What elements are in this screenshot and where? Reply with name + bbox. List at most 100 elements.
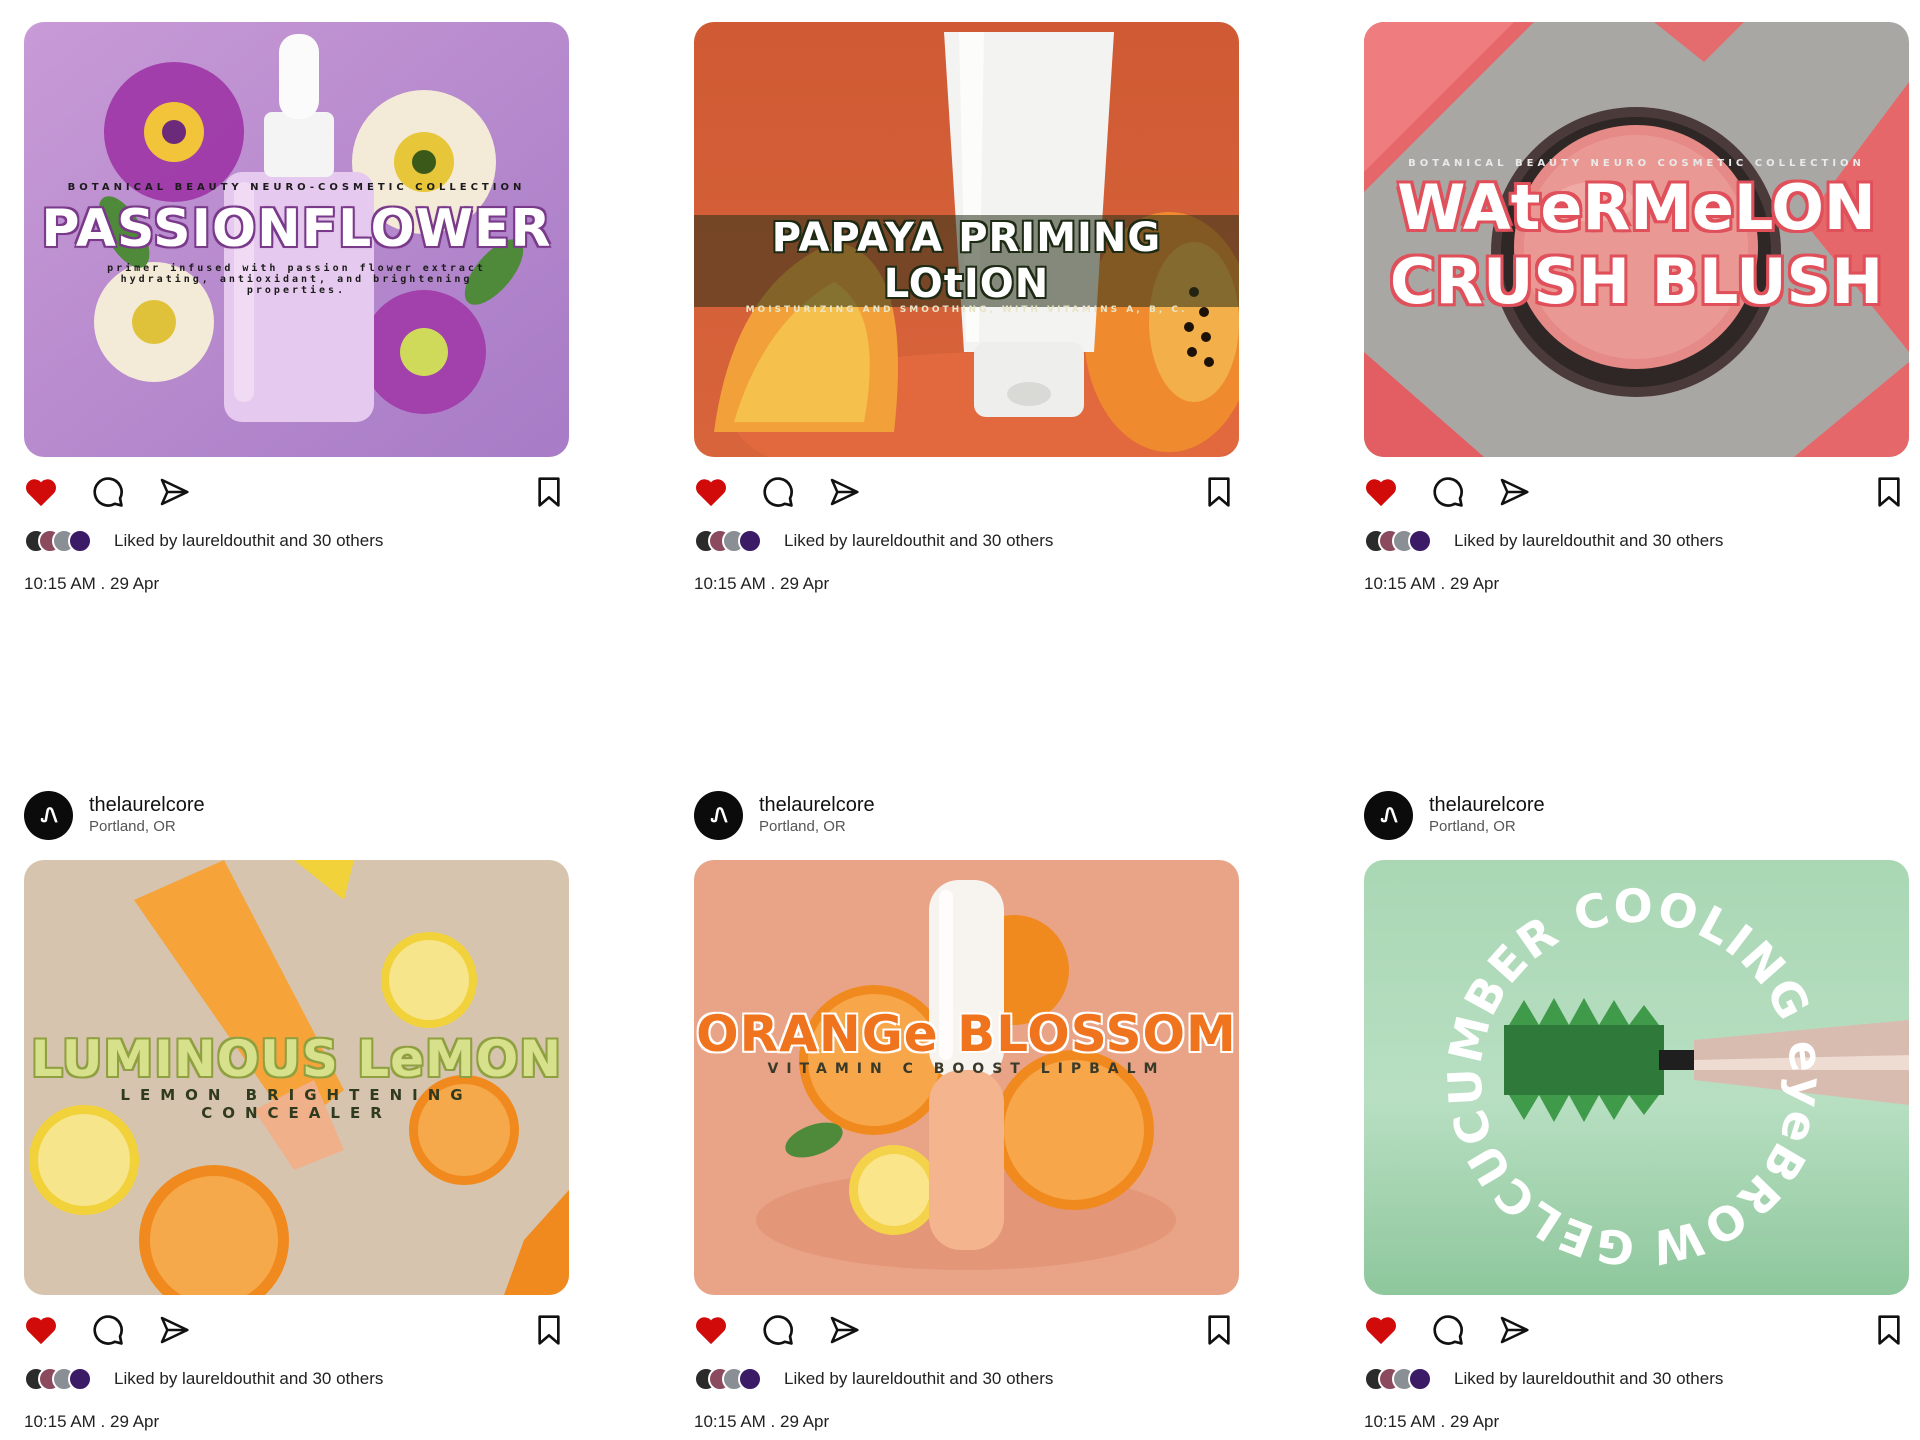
- paper-plane-icon: [160, 478, 189, 506]
- orange-blossom-product-image: [694, 860, 1239, 1295]
- post-actions: [1364, 472, 1909, 512]
- comment-button[interactable]: [1428, 1310, 1468, 1350]
- post-image[interactable]: [24, 22, 569, 457]
- location[interactable]: Portland, OR: [1429, 818, 1545, 836]
- location[interactable]: Portland, OR: [89, 818, 205, 836]
- username[interactable]: thelaurelcore: [1429, 794, 1545, 816]
- bookmark-icon: [538, 1315, 560, 1345]
- share-button[interactable]: [1494, 1310, 1534, 1350]
- like-button[interactable]: [1361, 1310, 1401, 1350]
- heart-icon: [26, 479, 56, 507]
- heart-icon: [1366, 479, 1396, 507]
- save-button[interactable]: [1199, 1310, 1239, 1350]
- likes-summary[interactable]: Liked by laureldouthit and 30 others: [1364, 1364, 1909, 1394]
- luminous-lemon-product-image: [24, 860, 569, 1295]
- likes-text: Liked by laureldouthit and 30 others: [1454, 1369, 1724, 1388]
- comment-button[interactable]: [758, 472, 798, 512]
- like-button[interactable]: [21, 1310, 61, 1350]
- share-button[interactable]: [154, 472, 194, 512]
- likes-summary[interactable]: Liked by laureldouthit and 30 others: [24, 526, 569, 556]
- avatar[interactable]: Ꮑ: [694, 790, 743, 840]
- post-actions: [694, 1310, 1239, 1350]
- liker-avatars: [694, 527, 768, 555]
- comment-bubble-icon: [763, 1315, 793, 1345]
- passionflower-product-image: [24, 22, 569, 457]
- avatar: [1408, 1367, 1432, 1391]
- comment-button[interactable]: [758, 1310, 798, 1350]
- paper-plane-icon: [1500, 1316, 1529, 1344]
- likes-summary[interactable]: Liked by laureldouthit and 30 others: [694, 526, 1239, 556]
- post-header-partial: [694, 0, 1239, 2]
- avatar[interactable]: Ꮑ: [1364, 790, 1413, 840]
- comment-bubble-icon: [763, 477, 793, 507]
- post-timestamp: 10:15 AM . 29 Apr: [1364, 574, 1500, 593]
- likes-summary[interactable]: Liked by laureldouthit and 30 others: [694, 1364, 1239, 1394]
- post-image[interactable]: [1364, 860, 1909, 1295]
- cucumber-eyebrow-gel-product-image: [1364, 860, 1909, 1295]
- save-button[interactable]: [529, 1310, 569, 1350]
- likes-text: Liked by laureldouthit and 30 others: [784, 531, 1054, 550]
- comment-button[interactable]: [88, 472, 128, 512]
- location[interactable]: Portland, OR: [759, 818, 875, 836]
- post-image[interactable]: [1364, 22, 1909, 457]
- post-timestamp: 10:15 AM . 29 Apr: [694, 1412, 830, 1431]
- comment-button[interactable]: [88, 1310, 128, 1350]
- username[interactable]: thelaurelcore: [89, 794, 205, 816]
- post-image[interactable]: [24, 860, 569, 1295]
- likes-summary[interactable]: Liked by laureldouthit and 30 others: [1364, 526, 1909, 556]
- post-timestamp: 10:15 AM . 29 Apr: [1364, 1412, 1500, 1431]
- liker-avatars: [24, 1365, 98, 1393]
- heart-icon: [696, 1317, 726, 1345]
- likes-text: Liked by laureldouthit and 30 others: [784, 1369, 1054, 1388]
- avatar: [1408, 529, 1432, 553]
- liker-avatars: [24, 527, 98, 555]
- comment-bubble-icon: [1433, 1315, 1463, 1345]
- likes-text: Liked by laureldouthit and 30 others: [114, 531, 384, 550]
- heart-icon: [26, 1317, 56, 1345]
- likes-text: Liked by laureldouthit and 30 others: [114, 1369, 384, 1388]
- save-button[interactable]: [1869, 472, 1909, 512]
- bookmark-icon: [1878, 1315, 1900, 1345]
- post-actions: [694, 472, 1239, 512]
- liker-avatars: [1364, 1365, 1438, 1393]
- bookmark-icon: [1208, 1315, 1230, 1345]
- liker-avatars: [1364, 527, 1438, 555]
- share-button[interactable]: [824, 472, 864, 512]
- post-header: Ꮑ thelaurelcore Portland, OR: [1364, 790, 1909, 840]
- post-actions: [24, 472, 569, 512]
- save-button[interactable]: [529, 472, 569, 512]
- watermelon-blush-product-image: [1364, 22, 1909, 457]
- author-info: thelaurelcore Portland, OR: [759, 794, 875, 836]
- likes-summary[interactable]: Liked by laureldouthit and 30 others: [24, 1364, 569, 1394]
- post-actions: [1364, 1310, 1909, 1350]
- like-button[interactable]: [21, 472, 61, 512]
- save-button[interactable]: [1199, 472, 1239, 512]
- post-timestamp: 10:15 AM . 29 Apr: [694, 574, 830, 593]
- share-button[interactable]: [1494, 472, 1534, 512]
- comment-button[interactable]: [1428, 472, 1468, 512]
- paper-plane-icon: [160, 1316, 189, 1344]
- papaya-product-image: [694, 22, 1239, 457]
- save-button[interactable]: [1869, 1310, 1909, 1350]
- heart-icon: [1366, 1317, 1396, 1345]
- post-header: Ꮑ thelaurelcore Portland, OR: [694, 790, 1239, 840]
- bookmark-icon: [538, 477, 560, 507]
- username[interactable]: thelaurelcore: [759, 794, 875, 816]
- paper-plane-icon: [830, 1316, 859, 1344]
- post-header-partial: [1364, 0, 1909, 2]
- avatar[interactable]: Ꮑ: [24, 790, 73, 840]
- post-image[interactable]: [694, 860, 1239, 1295]
- like-button[interactable]: [1361, 472, 1401, 512]
- like-button[interactable]: [691, 1310, 731, 1350]
- share-button[interactable]: [154, 1310, 194, 1350]
- avatar: [68, 1367, 92, 1391]
- post-header: Ꮑ thelaurelcore Portland, OR: [24, 790, 569, 840]
- post-image[interactable]: [694, 22, 1239, 457]
- comment-bubble-icon: [93, 477, 123, 507]
- bookmark-icon: [1878, 477, 1900, 507]
- share-button[interactable]: [824, 1310, 864, 1350]
- avatar: [68, 529, 92, 553]
- author-info: thelaurelcore Portland, OR: [89, 794, 205, 836]
- bookmark-icon: [1208, 477, 1230, 507]
- like-button[interactable]: [691, 472, 731, 512]
